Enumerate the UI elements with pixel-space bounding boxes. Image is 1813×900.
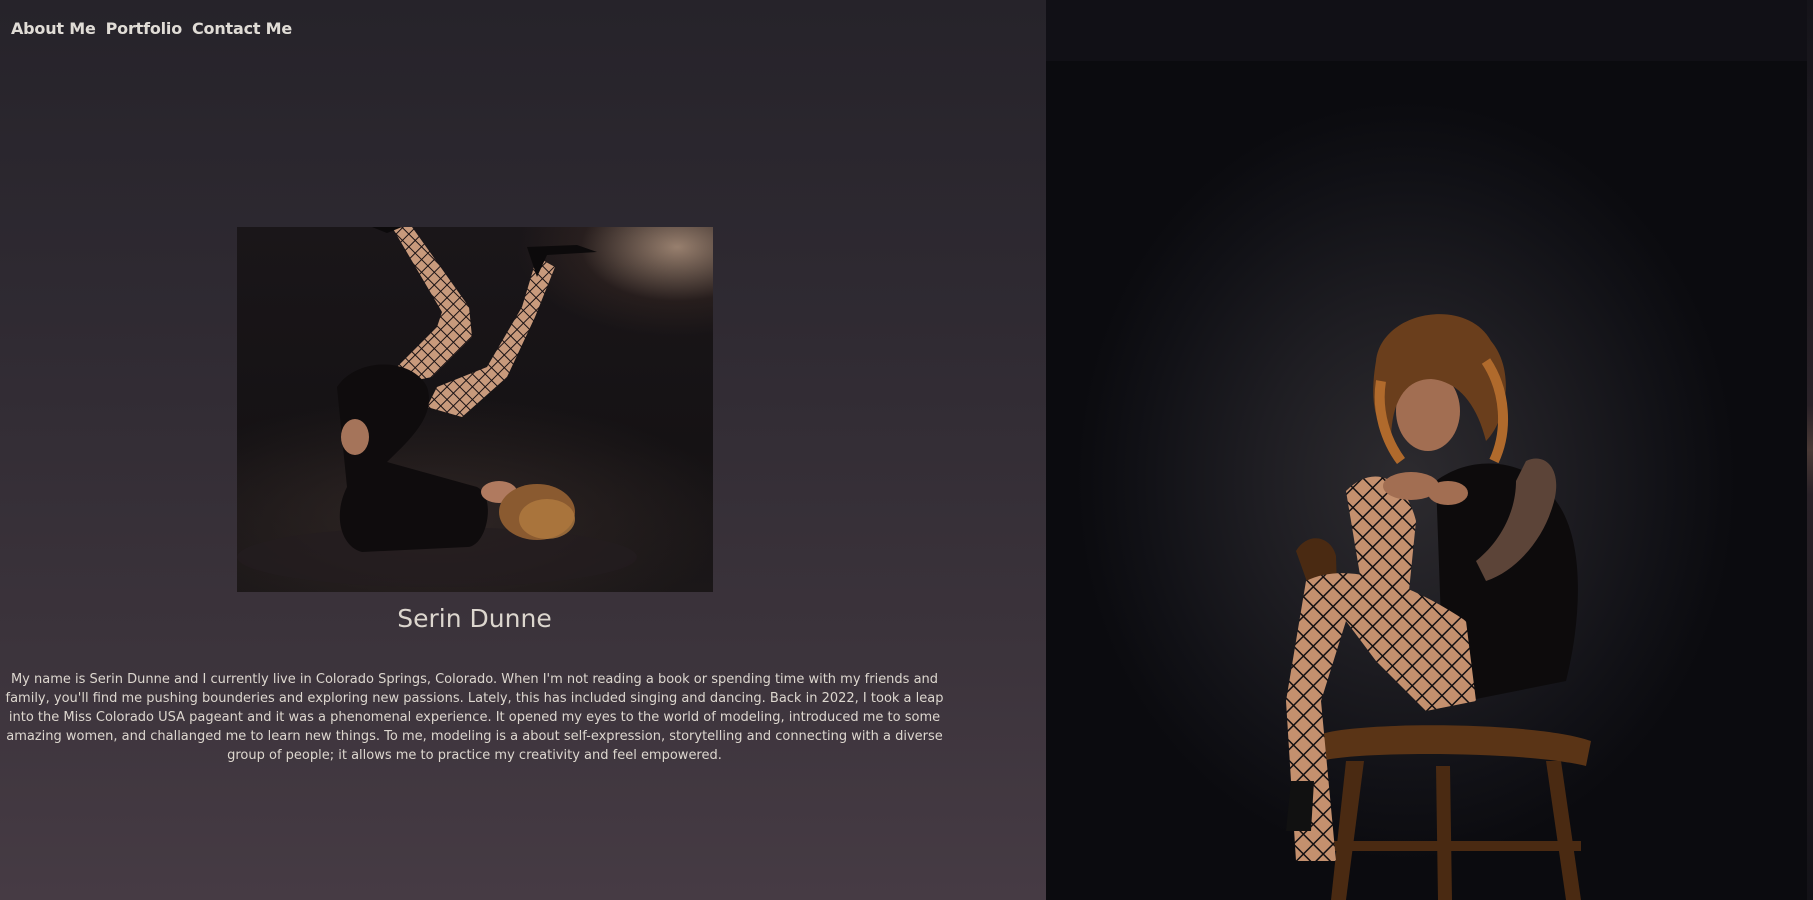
profile-bio: My name is Serin Dunne and I currently l… bbox=[5, 672, 944, 763]
portrait-panel bbox=[1046, 0, 1813, 900]
about-panel: About Me Portfolio Contact Me Serin Dunn… bbox=[0, 0, 1046, 900]
top-nav: About Me Portfolio Contact Me bbox=[11, 19, 292, 38]
nav-portfolio[interactable]: Portfolio bbox=[106, 19, 183, 38]
portrait-photo bbox=[1046, 61, 1807, 900]
scroll-edge bbox=[1807, 0, 1813, 900]
page: About Me Portfolio Contact Me Serin Dunn… bbox=[0, 0, 1813, 900]
hero-photo-illustration bbox=[237, 227, 637, 587]
profile-name: Serin Dunne bbox=[397, 604, 552, 633]
nav-contact-me[interactable]: Contact Me bbox=[192, 19, 292, 38]
portrait-topbar bbox=[1046, 0, 1807, 61]
portrait-illustration bbox=[1286, 314, 1591, 900]
hero-photo bbox=[237, 227, 713, 592]
nav-about-me[interactable]: About Me bbox=[11, 19, 96, 38]
